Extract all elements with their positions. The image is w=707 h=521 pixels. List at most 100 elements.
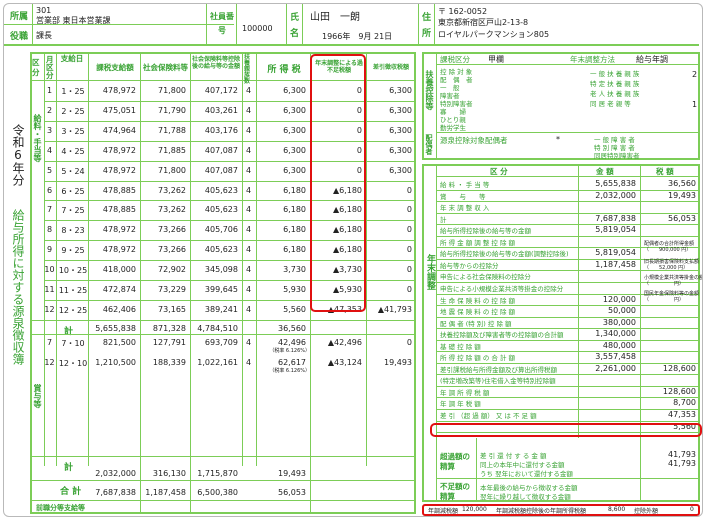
table-divider bbox=[56, 52, 57, 466]
bonus-net: 0 bbox=[406, 338, 412, 347]
ye-row-label: 所 得 金 額 調 整 控 除 額 bbox=[440, 238, 516, 247]
birth-date: 1966年 9月 21日 bbox=[322, 32, 393, 41]
grand-total-social: 1,187,458 bbox=[145, 488, 186, 497]
ye-row-amount: 2,261,000 bbox=[595, 363, 636, 373]
col-payday: 支給日 bbox=[60, 54, 84, 63]
row-dependents: 4 bbox=[245, 125, 252, 135]
salary-section-label: 給料・手当等 bbox=[33, 114, 42, 162]
salary-total-label: 計 bbox=[64, 327, 74, 337]
adjust-column-highlight bbox=[310, 54, 366, 312]
spouse-label: 源泉控除対象配偶者 bbox=[440, 136, 508, 145]
panel-divider bbox=[436, 164, 437, 502]
row-tax: 6,300 bbox=[283, 125, 306, 135]
bonus-social: 127,791 bbox=[152, 338, 186, 347]
panel-divider bbox=[436, 52, 437, 160]
row-gross: 478,972 bbox=[102, 245, 136, 255]
panel-divider bbox=[640, 164, 641, 502]
row-tax: 6,300 bbox=[283, 105, 306, 115]
ye-row-tax: 36,560 bbox=[668, 179, 696, 188]
row-payday: 10・25 bbox=[58, 266, 88, 276]
row-month: 8 bbox=[46, 225, 53, 235]
ye-row-label: 所 得 控 除 額 の 合 計 額 bbox=[440, 354, 516, 363]
row-dependents: 4 bbox=[245, 285, 252, 294]
row-net: 0 bbox=[406, 205, 412, 215]
row-after-social: 399,645 bbox=[204, 285, 238, 294]
row-dependents: 4 bbox=[245, 205, 252, 215]
row-month: 5 bbox=[46, 165, 53, 175]
row-dependents: 4 bbox=[245, 185, 252, 195]
method-label: 年末調整方法 bbox=[570, 55, 615, 64]
bonus-rate: （税率 6.126%） bbox=[269, 348, 310, 354]
row-payday: 11・25 bbox=[58, 286, 88, 295]
header-divider bbox=[434, 4, 435, 44]
ye-row-amount: 50,000 bbox=[608, 306, 636, 316]
row-social: 72,902 bbox=[158, 265, 186, 275]
ye-note-value: （ 円） bbox=[644, 297, 685, 303]
col-gross: 課税支給額 bbox=[96, 63, 134, 72]
spouse-item: 同居特別障害者 bbox=[594, 152, 640, 160]
row-tax: 6,180 bbox=[283, 185, 306, 195]
header-divider bbox=[236, 4, 237, 44]
row-month: 10 bbox=[44, 265, 55, 275]
bonus-total-after: 1,715,870 bbox=[197, 469, 238, 478]
ye-row-label: 申告による社会保険料の控除分 bbox=[440, 273, 531, 282]
header-divider bbox=[418, 4, 419, 44]
ye-row-amount: 7,687,838 bbox=[595, 213, 636, 223]
row-social: 73,262 bbox=[158, 185, 186, 195]
ye-row-tax: 19,493 bbox=[668, 190, 696, 200]
ye-row-label: 配 偶 者 (特 別) 控 除 額 bbox=[440, 319, 512, 328]
ye-row-label: 給与等からの控除分 bbox=[440, 261, 499, 270]
ye-row-label: 給与所得控除後の給与等の金額(調整控除後) bbox=[440, 250, 569, 259]
employee-name: 山田 一朗 bbox=[310, 12, 360, 23]
col-dependents: 扶養親族数 bbox=[244, 54, 251, 85]
ye-col-amount: 金 額 bbox=[596, 167, 614, 176]
row-net: ▲41,793 bbox=[377, 304, 412, 314]
after-reduction-label: 年調減税額控除後の年調所得税額 bbox=[496, 508, 587, 515]
ye-row-amount: 5,655,838 bbox=[595, 179, 636, 188]
header-divider bbox=[32, 4, 33, 44]
ye-row-label: 賞 与 等 bbox=[440, 192, 486, 201]
excess-label: 超過額の精算 bbox=[440, 452, 470, 471]
ye-row-amount: 380,000 bbox=[602, 317, 636, 327]
row-gross: 478,885 bbox=[102, 185, 136, 195]
row-net: 0 bbox=[406, 265, 412, 275]
table-divider bbox=[30, 480, 416, 481]
row-gross: 418,000 bbox=[102, 265, 136, 275]
panel-divider bbox=[436, 132, 700, 133]
ye-note-value: （ 900,000 円） bbox=[644, 247, 692, 253]
emp-no-value: 100000 bbox=[242, 24, 273, 33]
row-gross: 478,972 bbox=[102, 86, 136, 95]
grand-total-tax: 56,053 bbox=[278, 488, 306, 497]
row-tax: 6,300 bbox=[283, 145, 306, 155]
row-dependents: 4 bbox=[245, 86, 252, 95]
row-after-social: 405,623 bbox=[204, 185, 238, 195]
ye-row-label: 基 礎 控 除 額 bbox=[440, 342, 481, 351]
grand-total-label: 合 計 bbox=[60, 487, 82, 497]
bonus-gross: 821,500 bbox=[102, 338, 136, 347]
row-social: 73,165 bbox=[158, 304, 186, 314]
row-net: 0 bbox=[406, 285, 412, 294]
row-dependents: 4 bbox=[245, 105, 252, 115]
row-after-social: 405,623 bbox=[204, 245, 238, 255]
row-gross: 478,972 bbox=[102, 165, 136, 175]
name-label: 氏名 bbox=[290, 13, 300, 39]
row-tax: 6,180 bbox=[283, 245, 306, 255]
grand-total-gross: 7,687,838 bbox=[95, 488, 136, 497]
row-payday: 12・25 bbox=[58, 305, 88, 315]
row-social: 73,266 bbox=[158, 225, 186, 235]
row-social: 71,885 bbox=[158, 145, 186, 155]
ye-row-amount: 5,819,054 bbox=[595, 225, 636, 235]
dependent-left-item: 勤労学生 bbox=[440, 124, 466, 132]
row-tax: 3,730 bbox=[283, 265, 306, 275]
row-payday: 7・25 bbox=[61, 206, 85, 216]
dept-label: 所属 bbox=[10, 12, 29, 22]
ye-row-label: 年 末 調 整 収 入 bbox=[440, 204, 490, 213]
table-divider bbox=[30, 500, 416, 501]
bonus-tax: 42,496 bbox=[278, 338, 306, 347]
bonus-total-tax: 19,493 bbox=[278, 469, 306, 478]
ye-row-label: 生 命 保 険 料 の 控 除 額 bbox=[440, 296, 516, 305]
bonus-gross: 1,210,500 bbox=[95, 358, 136, 367]
table-divider bbox=[366, 52, 367, 466]
row-dependents: 4 bbox=[245, 225, 252, 235]
row-month: 1 bbox=[46, 86, 53, 95]
